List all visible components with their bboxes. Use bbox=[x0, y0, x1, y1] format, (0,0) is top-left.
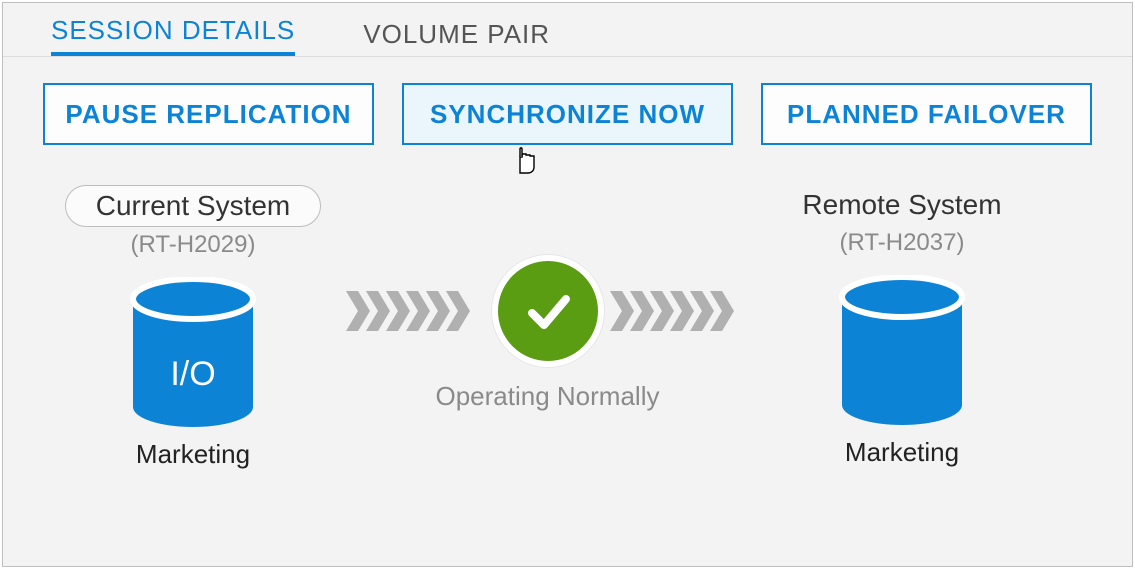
current-system-label: Current System bbox=[65, 185, 322, 227]
source-volume-name: Marketing bbox=[136, 439, 250, 470]
synchronize-now-button[interactable]: SYNCHRONIZE NOW bbox=[402, 83, 733, 145]
replication-diagram: Current System (RT-H2029) I/O Marketing bbox=[3, 145, 1132, 470]
remote-system-label: Remote System bbox=[802, 185, 1001, 225]
destination-volume-name: Marketing bbox=[845, 437, 959, 468]
replication-flow: Operating Normally bbox=[346, 255, 750, 412]
tab-bar: SESSION DETAILS VOLUME PAIR bbox=[3, 3, 1132, 57]
remote-system: Remote System (RT-H2037) Marketing bbox=[752, 185, 1052, 468]
replication-panel: SESSION DETAILS VOLUME PAIR PAUSE REPLIC… bbox=[2, 2, 1133, 567]
pause-replication-button[interactable]: PAUSE REPLICATION bbox=[43, 83, 374, 145]
current-system-id: (RT-H2029) bbox=[131, 231, 256, 259]
source-volume-icon: I/O bbox=[128, 277, 258, 427]
chevrons-right-icon bbox=[610, 291, 750, 331]
planned-failover-button[interactable]: PLANNED FAILOVER bbox=[761, 83, 1092, 145]
tab-session-details[interactable]: SESSION DETAILS bbox=[51, 7, 295, 56]
chevrons-left-icon bbox=[346, 291, 486, 331]
status-text: Operating Normally bbox=[436, 381, 660, 412]
tab-volume-pair[interactable]: VOLUME PAIR bbox=[363, 11, 550, 56]
destination-volume-icon bbox=[837, 275, 967, 425]
status-ok-icon bbox=[492, 255, 604, 367]
io-label: I/O bbox=[128, 355, 258, 394]
flow-row bbox=[346, 255, 750, 367]
current-system: Current System (RT-H2029) I/O Marketing bbox=[43, 185, 343, 470]
remote-system-id: (RT-H2037) bbox=[840, 229, 965, 257]
action-bar: PAUSE REPLICATION SYNCHRONIZE NOW PLANNE… bbox=[3, 57, 1132, 145]
